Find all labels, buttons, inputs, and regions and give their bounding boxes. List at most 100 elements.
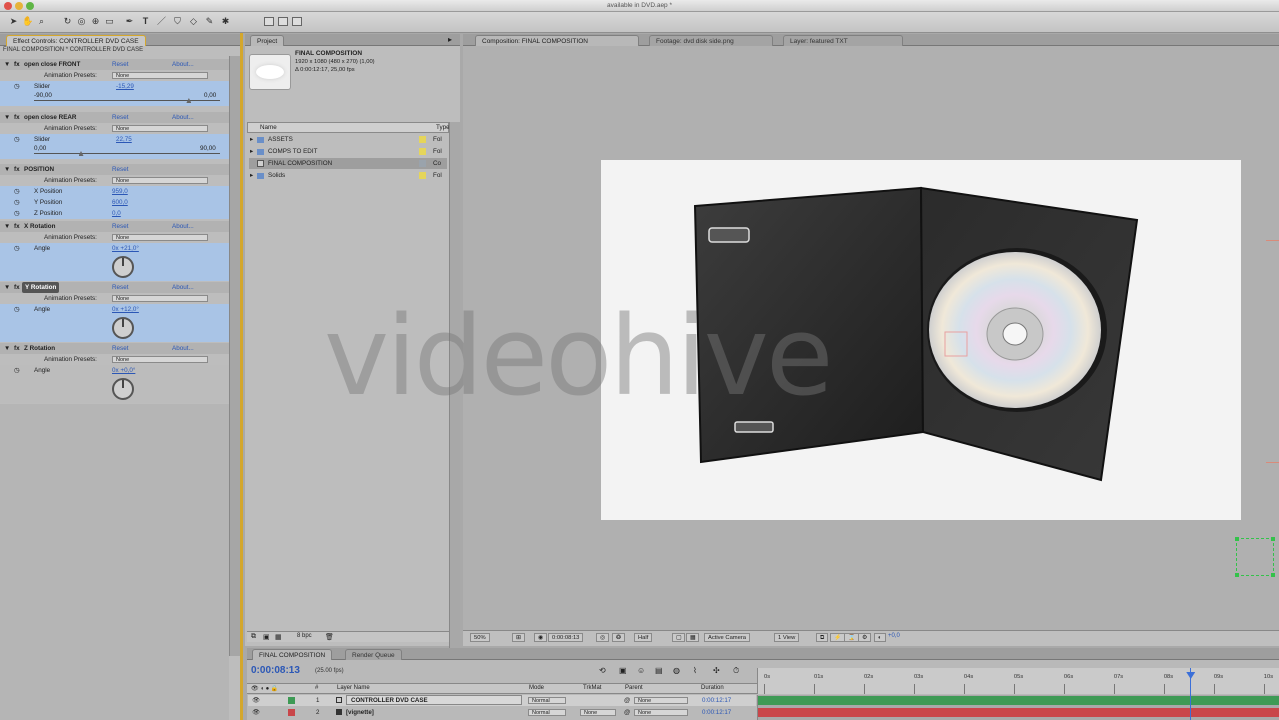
eraser-tool-icon[interactable]: ◇ [188,16,199,27]
track-area[interactable] [757,695,1279,720]
label-swatch[interactable] [419,160,426,167]
trkmat-header[interactable]: TrkMat [583,685,601,691]
x-position-row[interactable]: ◷ X Position 959,0 [0,186,229,197]
x-rotation-angle-row[interactable]: ◷ Angle 0x +21,0° [0,243,229,281]
rotation-tool-icon[interactable]: ↻ [62,16,73,27]
animation-presets-select[interactable]: None [112,295,208,302]
animation-presets-select[interactable]: None [112,177,208,184]
footage-tab[interactable]: Footage: dvd disk side.png [649,35,773,46]
effect-x-rotation-header[interactable]: ▼ fx X Rotation Reset About... [0,221,229,232]
frame-blending-icon[interactable]: ▤ [655,666,663,675]
stopwatch-icon[interactable]: ◷ [14,134,20,145]
layer-duration[interactable]: 0:00:12:17 [702,695,731,706]
view-axis-mode-icon[interactable] [292,17,302,26]
interpret-footage-icon[interactable]: ⧉ [251,633,256,641]
project-item-row[interactable]: ▸ ASSETS Fol [249,134,447,145]
reset-button[interactable]: Reset [112,112,128,123]
new-folder-icon[interactable]: ▣ [263,633,270,641]
auto-keyframe-icon[interactable]: ⏱ [733,666,739,676]
animation-presets-select[interactable]: None [112,125,208,132]
resolution-select[interactable]: Half [634,633,653,642]
pan-behind-tool-icon[interactable]: ⊕ [90,16,101,27]
x-rotation-angle-value[interactable]: 0x +21,0° [112,243,139,254]
layer-mode-select[interactable]: Normal [528,697,566,704]
layer-row[interactable]: 👁 2 [vignette] Normal None @ None 0:00:1… [248,707,756,718]
clone-stamp-tool-icon[interactable]: ⛉ [172,16,183,27]
draft-3d-icon[interactable]: ▣ [619,666,627,675]
layer-mode-select[interactable]: Normal [528,709,566,716]
graph-editor-icon[interactable]: ⌇ [693,666,697,675]
effect-open-close-front-header[interactable]: ▼ fx open close FRONT Reset About... [0,59,229,70]
project-item-row[interactable]: ▸ COMPS TO EDIT Fol [249,146,447,157]
about-button[interactable]: About... [172,221,194,232]
exposure-value[interactable]: +0,0 [888,633,900,639]
transparency-grid-icon[interactable]: ▦ [686,633,700,642]
z-rotation-angle-row[interactable]: ◷ Angle 0x +0,0° [0,365,229,403]
layer-1-duration-bar[interactable] [758,696,1279,705]
label-swatch[interactable] [288,709,295,716]
z-rotation-angle-value[interactable]: 0x +0,0° [112,365,135,376]
motion-blur-icon[interactable]: ◍ [673,666,680,675]
stopwatch-icon[interactable]: ◷ [14,243,20,254]
zoom-tool-icon[interactable]: ⌕ [36,16,47,27]
composition-tab[interactable]: Composition: FINAL COMPOSITION [475,35,639,46]
effect-controls-tab[interactable]: Effect Controls: CONTROLLER DVD CASE [6,35,146,46]
puppet-pin-tool-icon[interactable]: ✱ [220,16,231,27]
bit-depth-button[interactable]: 8 bpc [297,633,312,639]
brainstorm-icon[interactable]: ✣ [713,666,720,675]
layer-row[interactable]: 👁 1 CONTROLLER DVD CASE Normal @ None 0:… [248,695,756,706]
y-position-value[interactable]: 600,0 [112,197,128,208]
visibility-eye-icon[interactable]: 👁 [252,695,260,706]
grid-overlay-icon[interactable]: ⊞ [512,633,525,642]
label-swatch[interactable] [419,148,426,155]
roto-brush-tool-icon[interactable]: ✎ [204,16,215,27]
parent-pickwhip-icon[interactable]: @ [624,707,630,718]
animation-presets-select[interactable]: None [112,356,208,363]
mask-tool-icon[interactable]: ▭ [104,16,115,27]
stopwatch-icon[interactable]: ◷ [14,197,20,208]
slider-track[interactable] [34,153,220,154]
stopwatch-icon[interactable]: ◷ [14,208,20,219]
playhead[interactable] [1186,668,1196,720]
name-column-header[interactable]: Name [260,123,277,132]
label-swatch[interactable] [419,136,426,143]
parent-header[interactable]: Parent [625,685,643,691]
type-tool-icon[interactable]: T [140,16,151,27]
slider-value[interactable]: 22,75 [116,134,132,145]
z-rotation-dial[interactable] [112,378,134,400]
z-position-row[interactable]: ◷ Z Position 0,0 [0,208,229,219]
parent-select[interactable]: None [634,709,688,716]
about-button[interactable]: About... [172,282,194,293]
animation-presets-select[interactable]: None [112,234,208,241]
stopwatch-icon[interactable]: ◷ [14,186,20,197]
panel-menu-icon[interactable]: ▸ [448,35,452,44]
comp-flowchart-icon[interactable]: ⚙ [858,633,872,642]
world-axis-mode-icon[interactable] [278,17,288,26]
selection-tool-icon[interactable]: ➤ [8,16,19,27]
view-layout-select[interactable]: 1 View [774,633,800,642]
layer-tab[interactable]: Layer: featured TXT [783,35,903,46]
reset-button[interactable]: Reset [112,343,128,354]
toggle-pixel-aspect-icon[interactable]: ⧉ [816,633,829,642]
duration-header[interactable]: Duration [701,685,724,691]
y-position-row[interactable]: ◷ Y Position 600,0 [0,197,229,208]
effect-position-header[interactable]: ▼ fx POSITION Reset [0,164,229,175]
current-time-display[interactable]: 0:00:08:13 [251,665,300,676]
trkmat-select[interactable]: None [580,709,616,716]
stopwatch-icon[interactable]: ◷ [14,304,20,315]
about-button[interactable]: About... [172,112,194,123]
viewer-timecode[interactable]: 0:00:08:13 [548,633,584,642]
show-channel-icon[interactable]: ❂ [612,633,625,642]
parent-pickwhip-icon[interactable]: @ [624,695,630,706]
slider-track[interactable] [34,100,220,101]
reset-button[interactable]: Reset [112,282,128,293]
slider-value[interactable]: -15,29 [116,81,134,92]
x-position-value[interactable]: 959,0 [112,186,128,197]
effect-open-close-rear-header[interactable]: ▼ fx open close REAR Reset About... [0,112,229,123]
reset-button[interactable]: Reset [112,59,128,70]
project-tab[interactable]: Project [250,35,285,46]
timeline-comp-tab[interactable]: FINAL COMPOSITION [252,649,333,660]
live-update-icon[interactable]: ⟲ [599,666,606,675]
stopwatch-icon[interactable]: ◷ [14,365,20,376]
mode-header[interactable]: Mode [529,685,544,691]
